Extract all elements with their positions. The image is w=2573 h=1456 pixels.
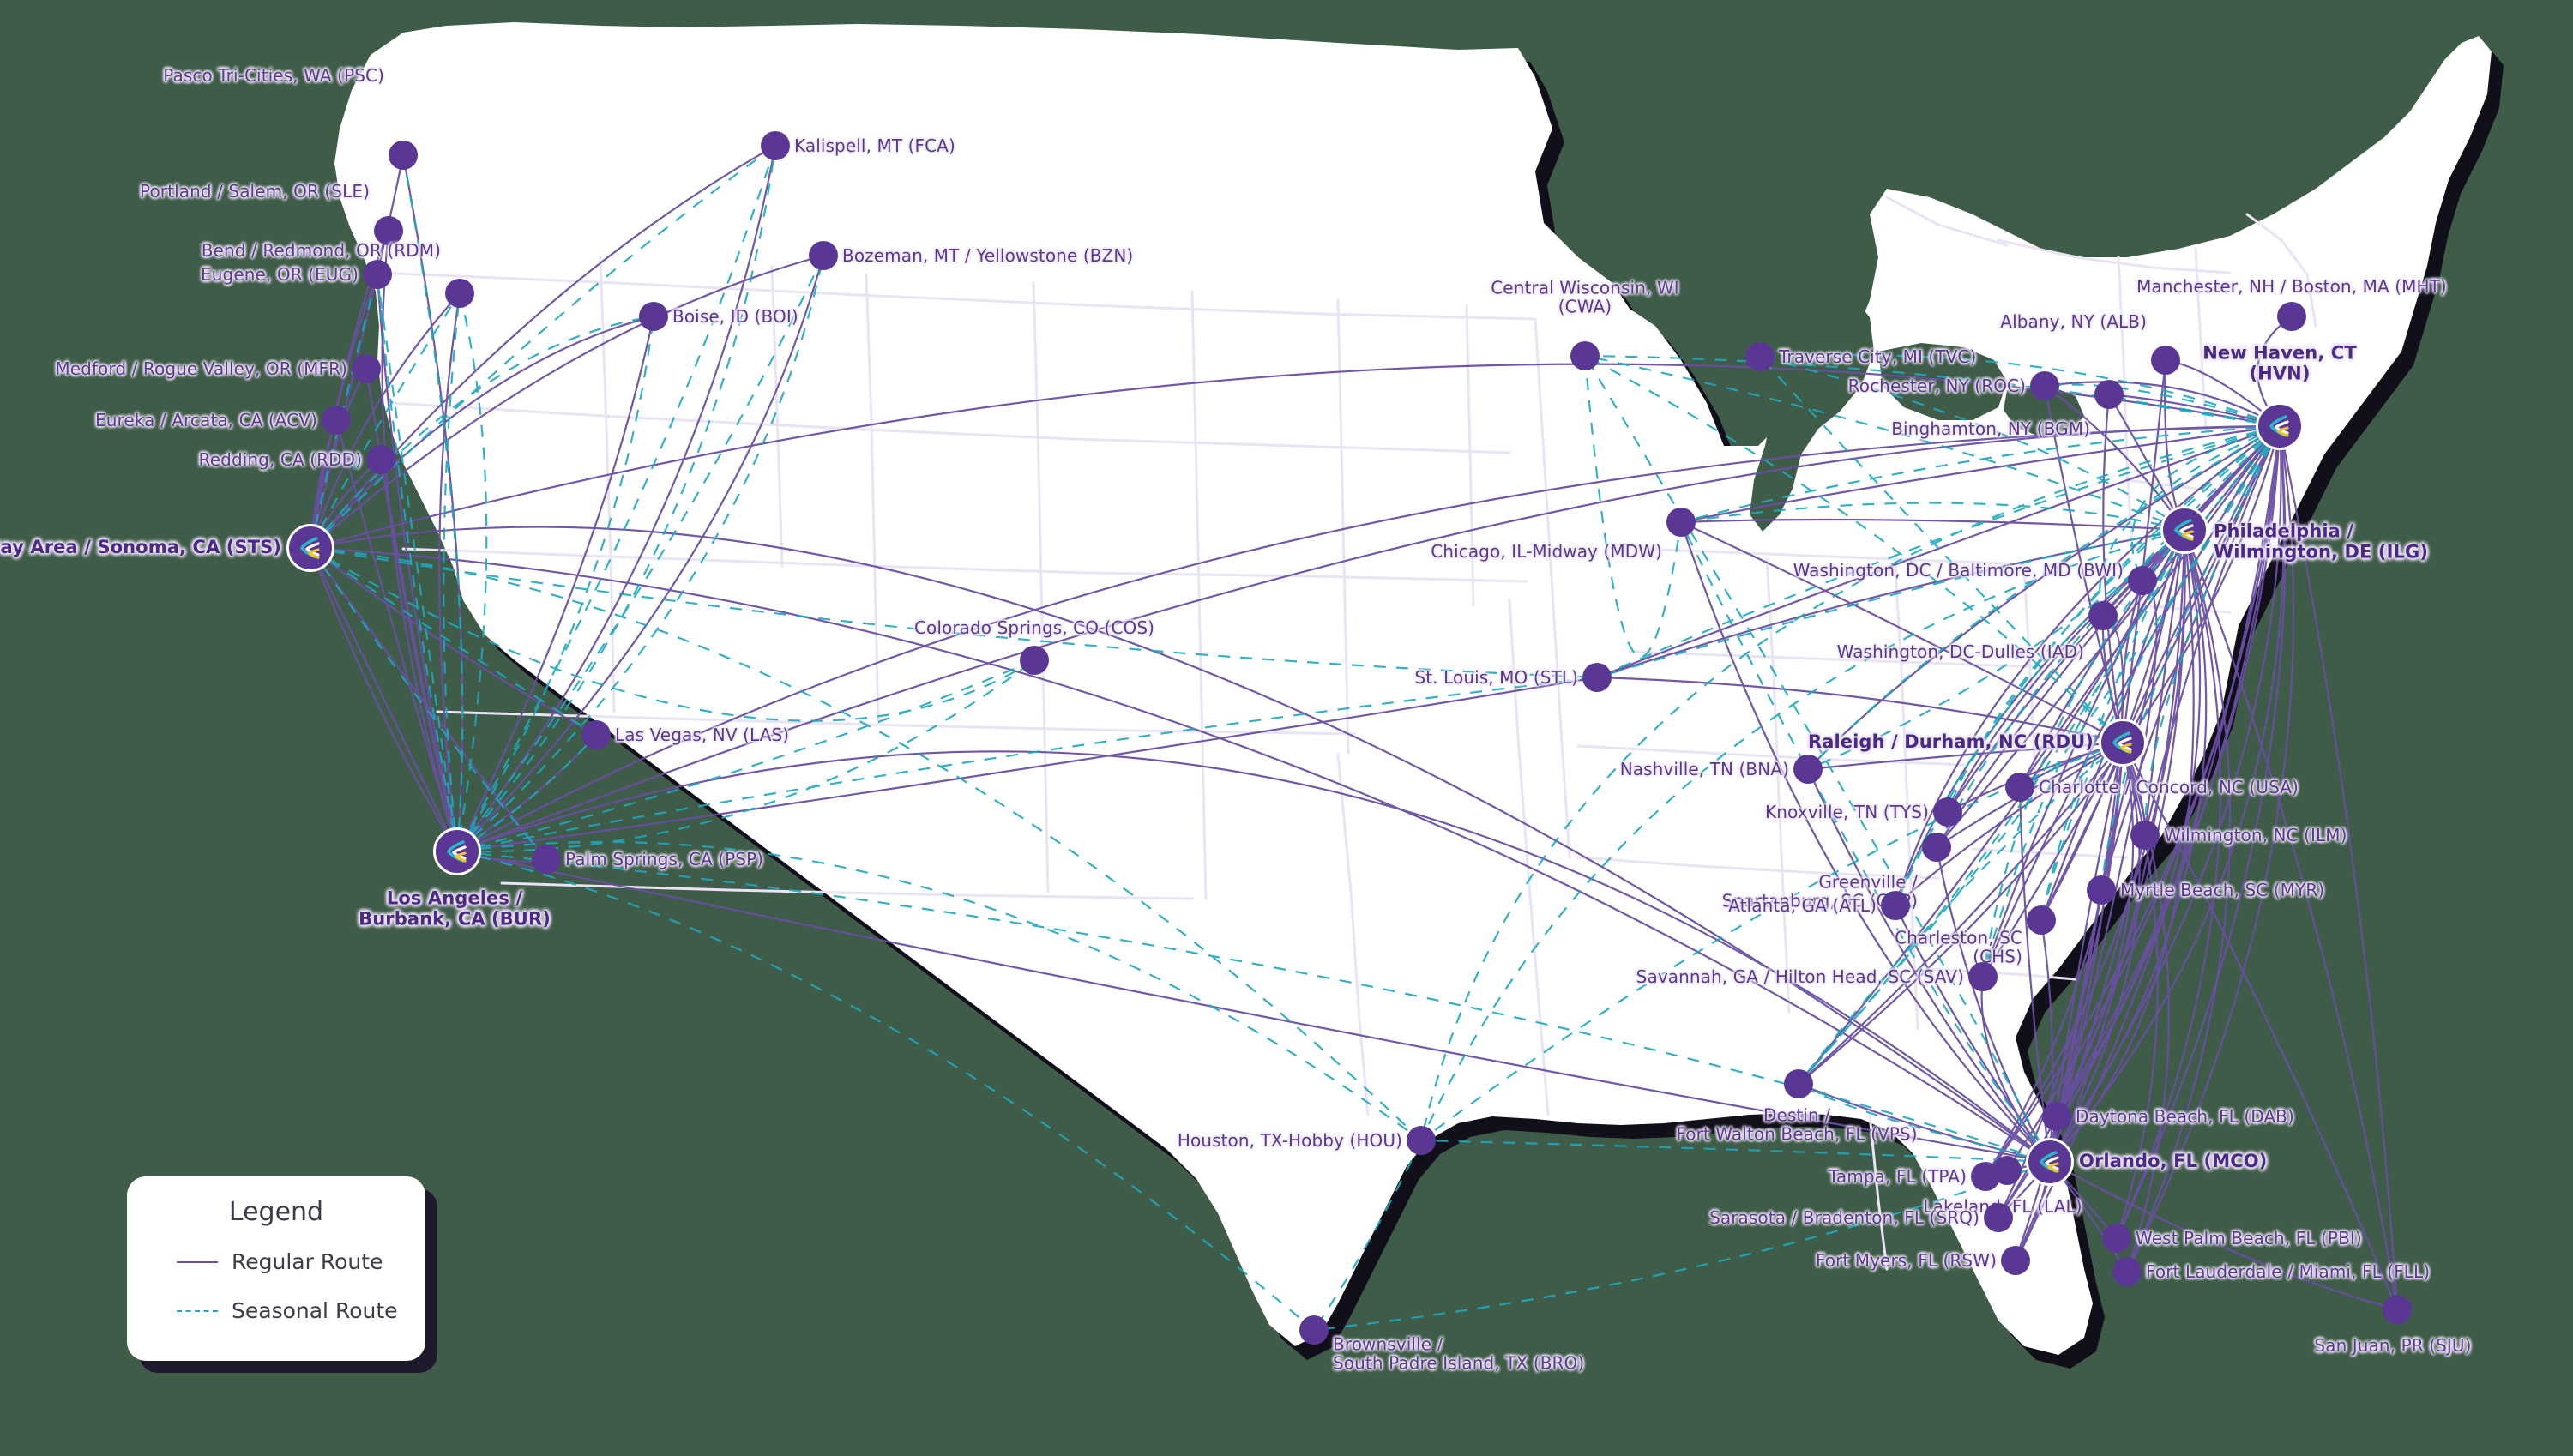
airport-marker-mht[interactable]: [2277, 302, 2306, 331]
airport-marker-gsp[interactable]: [1922, 833, 1951, 862]
legend-title: Legend: [228, 1197, 324, 1227]
airport-marker-fca[interactable]: [761, 131, 790, 160]
hub-marker-rdu[interactable]: [2099, 719, 2147, 767]
airport-marker-acv[interactable]: [322, 406, 351, 435]
airport-marker-bgm[interactable]: [2094, 380, 2124, 409]
airport-marker-iad[interactable]: [2088, 601, 2118, 630]
airport-marker-bwi[interactable]: [2128, 566, 2157, 595]
airport-marker-tvc[interactable]: [1745, 342, 1775, 371]
airport-marker-las[interactable]: [581, 720, 611, 749]
airport-marker-cos[interactable]: [1020, 646, 1049, 675]
airline-chevron-logo-icon: [2112, 731, 2132, 754]
airport-marker-ilm[interactable]: [2130, 821, 2160, 850]
airport-marker-alb[interactable]: [2151, 346, 2180, 375]
airport-marker-bro[interactable]: [1299, 1315, 1329, 1345]
legend-label-regular: Regular Route: [232, 1249, 383, 1274]
airport-marker-mdw[interactable]: [1666, 508, 1696, 537]
legend-label-seasonal: Seasonal Route: [232, 1298, 398, 1323]
airport-marker-rdm[interactable]: [445, 279, 474, 308]
airport-marker-fll[interactable]: [2112, 1257, 2142, 1286]
airport-marker-vps[interactable]: [1784, 1069, 1813, 1098]
airport-marker-atl[interactable]: [1881, 891, 1910, 920]
airline-chevron-logo-icon: [299, 537, 320, 559]
airport-marker-mfr[interactable]: [352, 354, 381, 383]
airport-marker-roc[interactable]: [2030, 371, 2059, 400]
airline-chevron-logo-icon: [2269, 415, 2289, 437]
airport-marker-sle[interactable]: [374, 216, 403, 245]
airport-marker-tys[interactable]: [1933, 797, 1962, 827]
airport-marker-pbi[interactable]: [2102, 1224, 2131, 1253]
airport-marker-stl[interactable]: [1582, 663, 1612, 692]
legend-swatch-solid-line: [177, 1260, 218, 1263]
legend-item-seasonal: Seasonal Route: [127, 1298, 425, 1323]
airport-marker-rsw[interactable]: [2001, 1246, 2030, 1275]
hub-marker-hvn[interactable]: [2256, 402, 2304, 450]
airport-marker-rdd[interactable]: [366, 445, 395, 474]
airport-marker-hou[interactable]: [1407, 1126, 1436, 1155]
hub-marker-sts[interactable]: [286, 524, 334, 572]
airport-marker-cwa[interactable]: [1570, 341, 1600, 370]
airport-marker-sav[interactable]: [1968, 962, 1998, 991]
airline-chevron-logo-icon: [2173, 519, 2194, 541]
airport-marker-dab[interactable]: [2042, 1102, 2071, 1131]
legend-swatch-dashed-line: [177, 1309, 218, 1312]
airport-marker-lal[interactable]: [1992, 1156, 2022, 1185]
airport-marker-sju[interactable]: [2383, 1295, 2412, 1324]
airport-marker-bzn[interactable]: [809, 241, 838, 270]
legend-panel: Legend Regular Route Seasonal Route: [127, 1176, 425, 1361]
hub-marker-bur[interactable]: [433, 827, 481, 875]
legend-item-regular: Regular Route: [127, 1249, 425, 1274]
airport-marker-chs[interactable]: [2027, 905, 2056, 935]
hub-marker-ilg[interactable]: [2160, 506, 2208, 554]
airport-marker-eug[interactable]: [363, 260, 392, 289]
airport-marker-psc[interactable]: [389, 141, 418, 170]
hub-marker-mco[interactable]: [2026, 1138, 2074, 1186]
airline-chevron-logo-icon: [446, 840, 467, 863]
airport-marker-srq[interactable]: [1984, 1203, 2013, 1232]
airport-marker-myr[interactable]: [2087, 875, 2116, 905]
airport-marker-usa[interactable]: [2005, 773, 2034, 802]
airport-marker-boi[interactable]: [639, 302, 668, 331]
airport-marker-psp[interactable]: [532, 845, 561, 874]
route-map: Pasco Tri-Cities, WA (PSC) Kalispell, MT …: [0, 0, 2573, 1456]
airline-chevron-logo-icon: [2039, 1151, 2059, 1173]
airport-marker-bna[interactable]: [1793, 755, 1823, 784]
